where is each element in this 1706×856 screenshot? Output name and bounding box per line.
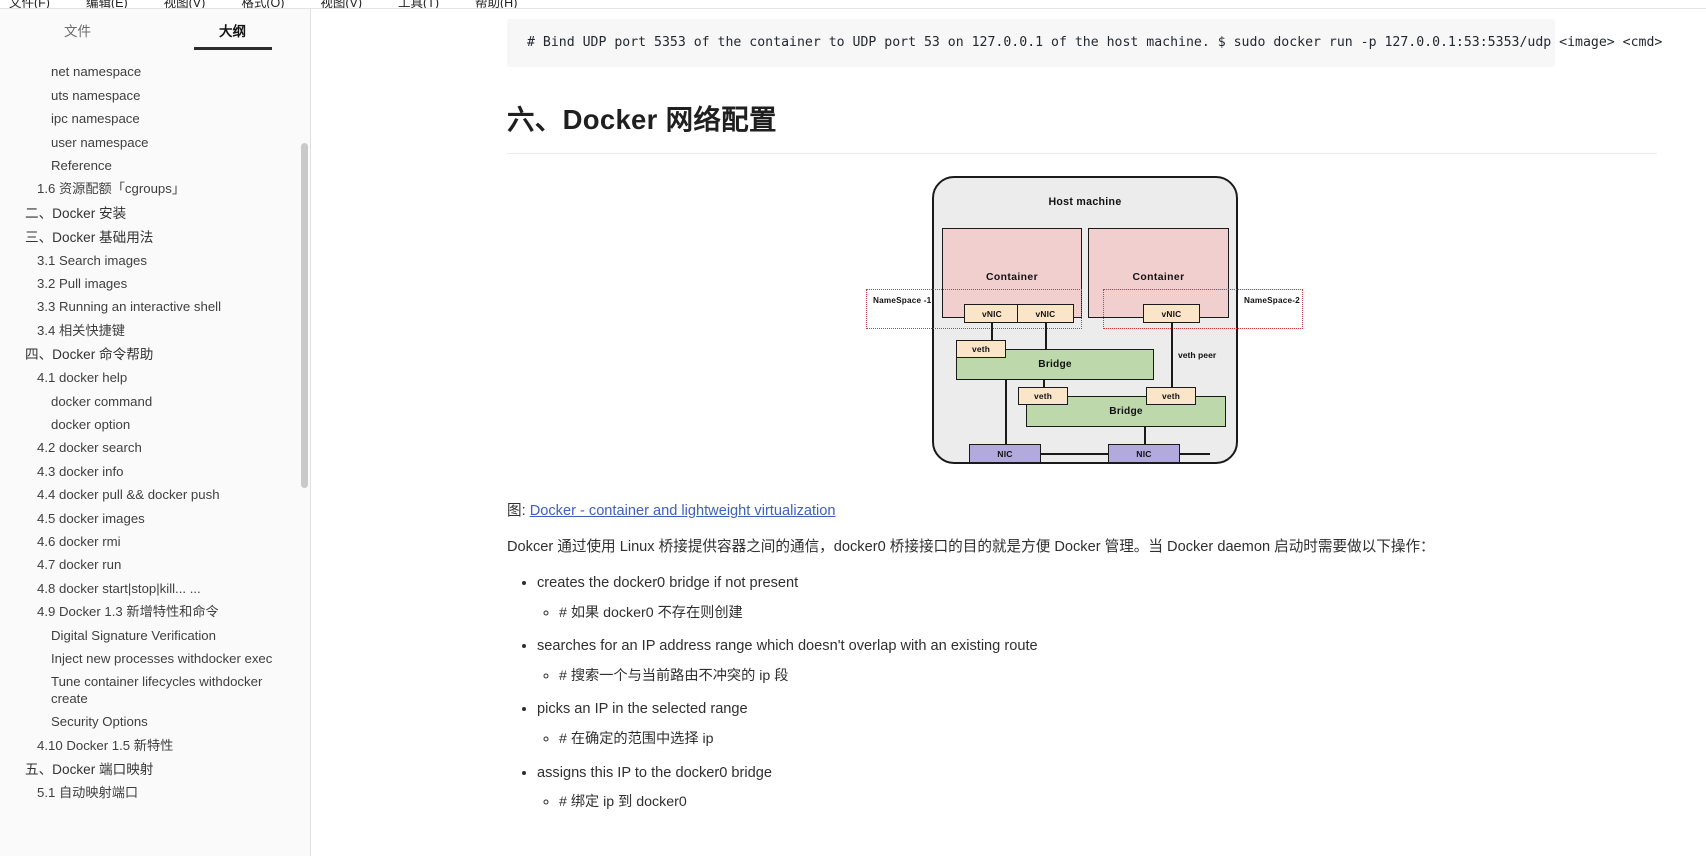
outline-item-23[interactable]: 4.9 Docker 1.3 新增特性和命令 bbox=[0, 601, 310, 624]
container-label-2: Container bbox=[1132, 272, 1185, 284]
outline-item-24[interactable]: Digital Signature Verification bbox=[0, 624, 310, 647]
outline-item-4[interactable]: Reference bbox=[0, 155, 310, 178]
outline-item-14[interactable]: docker command bbox=[0, 390, 310, 413]
outline-item-29[interactable]: 五、Docker 端口映射 bbox=[0, 758, 310, 782]
nic-box-2: NIC bbox=[1108, 444, 1180, 464]
sub-bullet-list-0: # 如果 docker0 不存在则创建 bbox=[537, 603, 1666, 624]
sub-bullet-item-0-0: # 如果 docker0 不存在则创建 bbox=[559, 603, 1666, 624]
veth-peer-label: veth peer bbox=[1178, 350, 1217, 361]
outline-item-13[interactable]: 4.1 docker help bbox=[0, 367, 310, 390]
namespace-2-box bbox=[1103, 289, 1303, 330]
sub-bullet-list-2: # 在确定的范围中选择 ip bbox=[537, 729, 1666, 750]
menu-bar: 文件(F) 编辑(E) 视图(V) 格式(O) 视图(V) 工具(T) 帮助(H) bbox=[0, 0, 1706, 9]
outline-item-10[interactable]: 3.3 Running an interactive shell bbox=[0, 296, 310, 319]
outline-item-16[interactable]: 4.2 docker search bbox=[0, 437, 310, 460]
code-block: # Bind UDP port 5353 of the container to… bbox=[507, 19, 1662, 68]
sidebar-scrollbar-thumb[interactable] bbox=[301, 143, 308, 488]
container-label-1: Container bbox=[985, 272, 1039, 284]
menu-item-0[interactable]: 文件(F) bbox=[6, 0, 53, 8]
outline-item-15[interactable]: docker option bbox=[0, 414, 310, 437]
figure-caption-prefix: 图: bbox=[507, 503, 530, 520]
app-window: 文件(F) 编辑(E) 视图(V) 格式(O) 视图(V) 工具(T) 帮助(H) 文件 大… bbox=[0, 0, 1706, 856]
outline-item-18[interactable]: 4.4 docker pull && docker push bbox=[0, 484, 310, 507]
outline-item-26[interactable]: Tune container lifecycles withdocker cre… bbox=[0, 671, 310, 711]
outline-item-19[interactable]: 4.5 docker images bbox=[0, 507, 310, 530]
line-vnic2-bridge1 bbox=[1045, 323, 1047, 352]
outline-item-28[interactable]: 4.10 Docker 1.5 新特性 bbox=[0, 735, 310, 758]
outline-item-0[interactable]: net namespace bbox=[0, 61, 310, 84]
vnic-box-1: vNIC bbox=[964, 304, 1020, 324]
figure-caption: 图: Docker - container and lightweight vi… bbox=[507, 499, 1657, 520]
outline-item-12[interactable]: 四、Docker 命令帮助 bbox=[0, 343, 310, 367]
line-vnic3-veth3 bbox=[1171, 323, 1173, 390]
menu-bar-items[interactable]: 文件(F) 编辑(E) 视图(V) 格式(O) 视图(V) 工具(T) 帮助(H) bbox=[0, 0, 520, 8]
outline-list: net namespace uts namespace ipc namespace u… bbox=[0, 54, 310, 805]
veth-box-3: veth bbox=[1146, 387, 1196, 406]
menu-item-3[interactable]: 格式(O) bbox=[238, 0, 287, 8]
menu-item-1[interactable]: 编辑(E) bbox=[83, 0, 131, 8]
bullet-text-1: searches for an IP address range which d… bbox=[537, 638, 1038, 655]
bullet-item-3: assigns this IP to the docker0 bridge # 绑… bbox=[537, 763, 1666, 814]
bullet-list: creates the docker0 bridge if not presen… bbox=[507, 573, 1666, 814]
menu-item-6[interactable]: 帮助(H) bbox=[472, 0, 520, 8]
outline-item-11[interactable]: 3.4 相关快捷键 bbox=[0, 319, 310, 342]
menu-item-2[interactable]: 视图(V) bbox=[161, 0, 209, 8]
namespace-2-label: NameSpace-2 bbox=[1244, 296, 1300, 306]
sub-bullet-item-1-0: # 搜索一个与当前路由不冲突的 ip 段 bbox=[559, 666, 1666, 687]
outline-item-1[interactable]: uts namespace bbox=[0, 84, 310, 107]
bullet-text-2: picks an IP in the selected range bbox=[537, 701, 748, 718]
vnic-box-2: vNIC bbox=[1017, 304, 1074, 324]
figure-caption-link[interactable]: Docker - container and lightweight virtu… bbox=[530, 503, 836, 519]
bullet-item-1: searches for an IP address range which d… bbox=[537, 636, 1666, 687]
sub-bullet-list-3: # 绑定 ip 到 docker0 bbox=[537, 792, 1666, 813]
sidebar-tabs: 文件 大纲 bbox=[0, 9, 310, 54]
sub-bullet-list-1: # 搜索一个与当前路由不冲突的 ip 段 bbox=[537, 666, 1666, 687]
namespace-1-label: NameSpace -1 bbox=[873, 296, 932, 306]
outline-item-25[interactable]: Inject new processes withdocker exec bbox=[0, 648, 310, 671]
menu-item-4[interactable]: 视图(V) bbox=[317, 0, 365, 8]
sidebar-scrollbar[interactable] bbox=[301, 18, 308, 856]
bullet-text-3: assigns this IP to the docker0 bridge bbox=[537, 764, 772, 781]
outline-item-2[interactable]: ipc namespace bbox=[0, 108, 310, 131]
vnic-box-3: vNIC bbox=[1143, 304, 1200, 324]
outline-item-7[interactable]: 三、Docker 基础用法 bbox=[0, 225, 310, 249]
outline-item-6[interactable]: 二、Docker 安装 bbox=[0, 201, 310, 225]
outline-item-5[interactable]: 1.6 资源配额「cgroups」 bbox=[0, 178, 310, 201]
outline-item-27[interactable]: Security Options bbox=[0, 711, 310, 734]
sidebar: 文件 大纲 net namespace uts namespace ipc name… bbox=[0, 9, 311, 856]
tab-files[interactable]: 文件 bbox=[0, 20, 155, 50]
outline-item-20[interactable]: 4.6 docker rmi bbox=[0, 531, 310, 554]
outline-item-21[interactable]: 4.7 docker run bbox=[0, 554, 310, 577]
figure-container: Host machine Container Container NameSpa… bbox=[507, 172, 1657, 477]
sub-bullet-item-2-0: # 在确定的范围中选择 ip bbox=[559, 729, 1666, 750]
body-paragraph: Dokcer 通过使用 Linux 桥接提供容器之间的通信，docker0 桥接… bbox=[507, 539, 1435, 556]
outline-item-30[interactable]: 5.1 自动映射端口 bbox=[0, 782, 310, 805]
veth-box-2: veth bbox=[1018, 387, 1068, 406]
host-machine-label: Host machine bbox=[1048, 196, 1122, 209]
nic-box-1: NIC bbox=[969, 444, 1041, 464]
outline-item-22[interactable]: 4.8 docker start|stop|kill... ... bbox=[0, 577, 310, 600]
tab-outline[interactable]: 大纲 bbox=[155, 20, 310, 50]
docker-network-diagram: Host machine Container Container NameSpa… bbox=[858, 172, 1306, 477]
main-content: # Bind UDP port 5353 of the container to… bbox=[311, 9, 1706, 856]
section-heading: 六、Docker 网络配置 bbox=[507, 97, 1657, 155]
outline-item-17[interactable]: 4.3 docker info bbox=[0, 460, 310, 483]
outline-item-8[interactable]: 3.1 Search images bbox=[0, 249, 310, 272]
outline-item-3[interactable]: user namespace bbox=[0, 131, 310, 154]
menu-item-5[interactable]: 工具(T) bbox=[395, 0, 442, 8]
bullet-text-0: creates the docker0 bridge if not presen… bbox=[537, 574, 799, 591]
sub-bullet-item-3-0: # 绑定 ip 到 docker0 bbox=[559, 792, 1666, 813]
bullet-item-2: picks an IP in the selected range # 在确定的范… bbox=[537, 699, 1666, 750]
outline-item-9[interactable]: 3.2 Pull images bbox=[0, 273, 310, 296]
bullet-item-0: creates the docker0 bridge if not presen… bbox=[537, 573, 1666, 624]
veth-box-1: veth bbox=[956, 340, 1006, 359]
